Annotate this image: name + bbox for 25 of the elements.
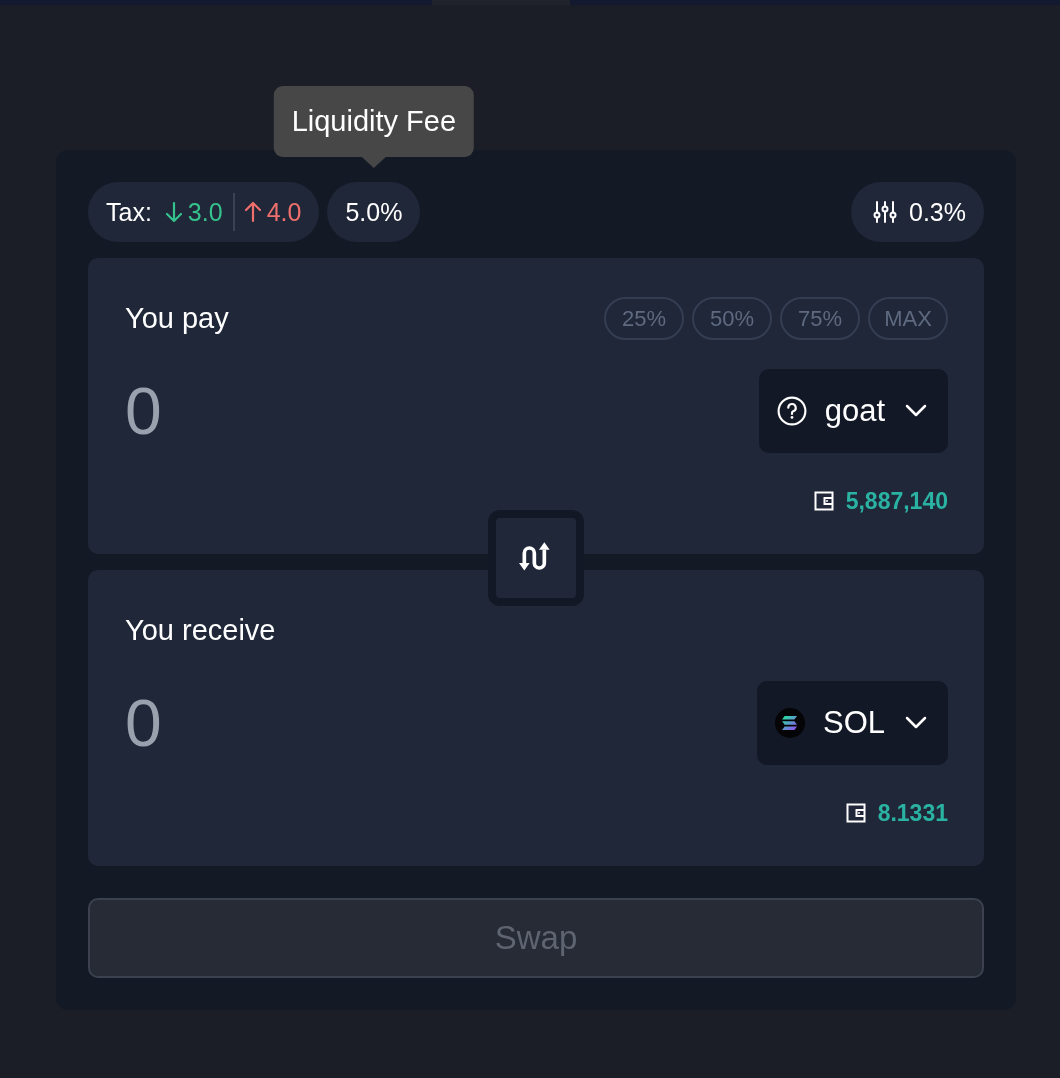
tax-label: Tax: [106,197,152,227]
buy-tax-value: 3.0 [187,197,223,227]
arrow-down-icon [163,200,184,224]
balance-amount: 8.1331 [877,799,948,827]
swap-direction-button[interactable] [488,510,584,606]
chevron-down-icon [905,404,927,418]
balance-amount: 5,887,140 [845,487,948,515]
amount-field[interactable]: 0 [125,681,545,765]
sliders-icon [873,200,897,224]
wallet-icon [845,803,866,823]
token-select-button[interactable]: SOL [756,681,948,765]
arrow-up-icon [242,200,263,224]
tooltip-pointer-icon [361,157,386,168]
question-circle-icon [776,396,807,426]
slippage-button[interactable]: 0.3% [851,182,984,242]
fee-pill: 5.0% [327,182,421,242]
token-logo-icon [774,708,805,738]
panel-label: You pay [125,302,229,335]
amount-field[interactable]: 0 [125,369,545,453]
token-select-button[interactable]: goat [758,369,948,453]
chevron-down-icon [905,716,927,730]
wallet-icon [813,491,834,511]
panel-label: You receive [125,614,276,647]
tooltip: Liquidity Fee [273,86,475,157]
sell-tax-value: 4.0 [266,197,302,227]
